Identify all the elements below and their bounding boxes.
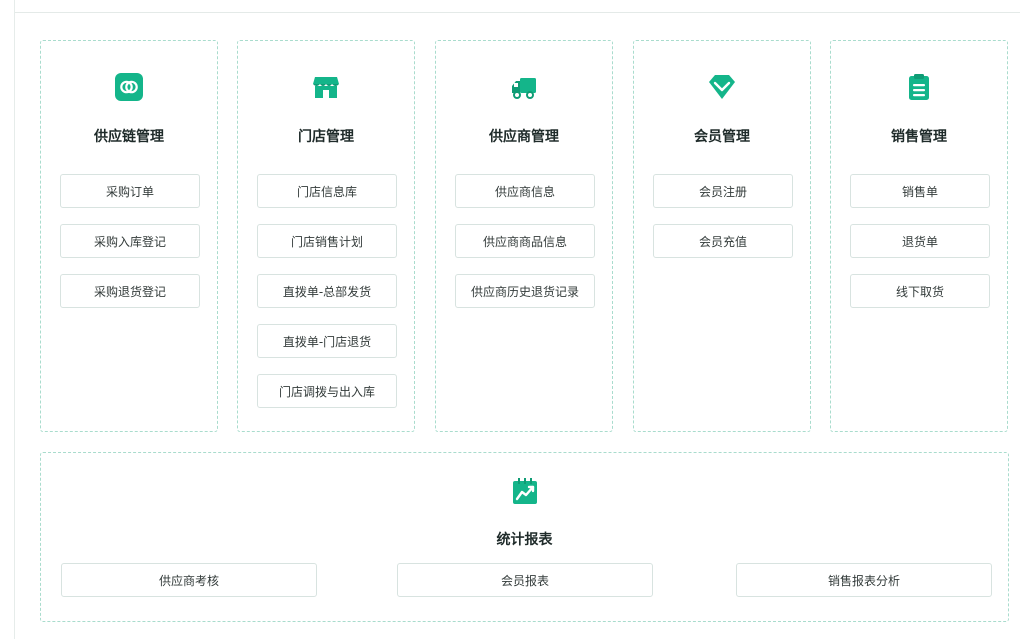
module-title: 门店管理 (298, 129, 354, 145)
menu-item-supplier-return-history[interactable]: 供应商历史退货记录 (455, 274, 595, 308)
module-title: 会员管理 (694, 129, 750, 145)
module-report: 统计报表 供应商考核 会员报表 销售报表分析 (40, 452, 1009, 622)
module-member: 会员管理 会员注册 会员充值 (633, 40, 811, 432)
menu-item-sales-order[interactable]: 销售单 (850, 174, 990, 208)
module-sales: 销售管理 销售单 退货单 线下取货 (830, 40, 1008, 432)
menu-item-direct-return[interactable]: 直拨单-门店退货 (257, 324, 397, 358)
trend-chart-icon (509, 475, 541, 507)
menu-item-sales-analysis[interactable]: 销售报表分析 (736, 563, 992, 597)
menu-item-purchase-order[interactable]: 采购订单 (60, 174, 200, 208)
module-title: 统计报表 (496, 532, 553, 548)
menu-item-store-info[interactable]: 门店信息库 (257, 174, 397, 208)
menu-item-purchase-inbound[interactable]: 采购入库登记 (60, 224, 200, 258)
store-icon (310, 71, 342, 103)
menu-item-store-sales-plan[interactable]: 门店销售计划 (257, 224, 397, 258)
menu-item-purchase-return[interactable]: 采购退货登记 (60, 274, 200, 308)
menu-item-store-transfer[interactable]: 门店调拨与出入库 (257, 374, 397, 408)
menu-item-return-order[interactable]: 退货单 (850, 224, 990, 258)
module-title: 供应商管理 (489, 129, 559, 145)
link-ring-icon (113, 71, 145, 103)
truck-icon (508, 71, 540, 103)
menu-item-member-recharge[interactable]: 会员充值 (653, 224, 793, 258)
module-store: 门店管理 门店信息库 门店销售计划 直拨单-总部发货 直拨单-门店退货 门店调拨… (237, 40, 415, 432)
clipboard-icon (903, 71, 935, 103)
module-title: 供应链管理 (94, 129, 164, 145)
module-supplier: 供应商管理 供应商信息 供应商商品信息 供应商历史退货记录 (435, 40, 613, 432)
menu-item-supplier-evaluation[interactable]: 供应商考核 (61, 563, 317, 597)
menu-item-member-register[interactable]: 会员注册 (653, 174, 793, 208)
menu-item-member-report[interactable]: 会员报表 (397, 563, 653, 597)
module-title: 销售管理 (891, 129, 947, 145)
module-supply-chain: 供应链管理 采购订单 采购入库登记 采购退货登记 (40, 40, 218, 432)
module-canvas: 供应链管理 采购订单 采购入库登记 采购退货登记 门店管理 门店信息库 门店销售… (0, 0, 1020, 639)
diamond-icon (706, 71, 738, 103)
menu-item-offline-pickup[interactable]: 线下取货 (850, 274, 990, 308)
menu-item-supplier-info[interactable]: 供应商信息 (455, 174, 595, 208)
menu-item-supplier-goods[interactable]: 供应商商品信息 (455, 224, 595, 258)
menu-item-direct-ship[interactable]: 直拨单-总部发货 (257, 274, 397, 308)
